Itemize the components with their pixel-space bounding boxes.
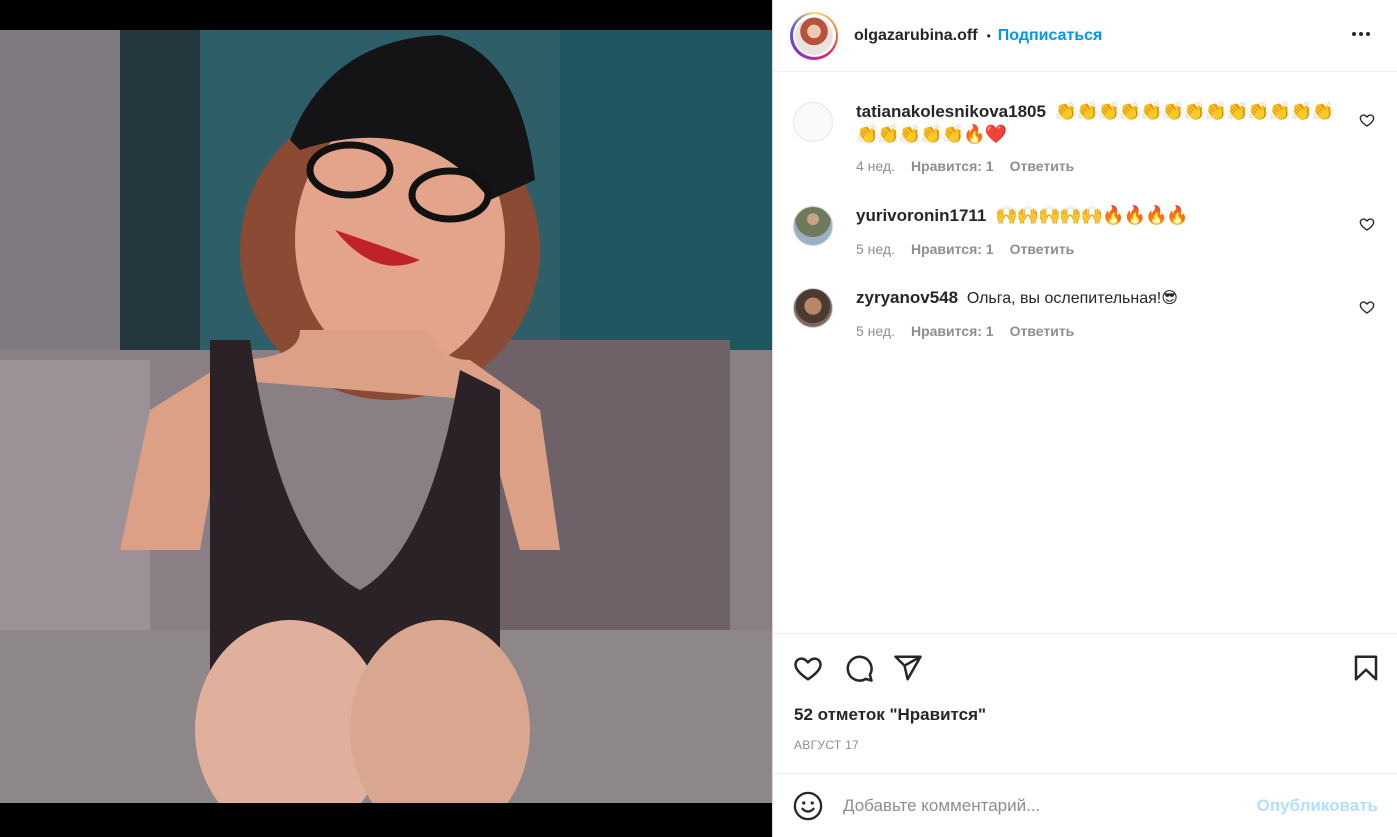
commenter-username[interactable]: zyryanov548	[856, 288, 958, 307]
comment-meta: 5 нед. Нравится: 1 Ответить	[856, 241, 1074, 257]
comment-bubble-icon[interactable]	[843, 652, 875, 684]
post-header: olgazarubina.off • Подписаться	[773, 0, 1397, 72]
post-media-pane	[0, 0, 772, 837]
comment-meta: 5 нед. Нравится: 1 Ответить	[856, 323, 1074, 339]
comment-likes[interactable]: Нравится: 1	[911, 241, 994, 257]
more-dot	[1366, 32, 1370, 36]
comment-age[interactable]: 5 нед.	[856, 241, 895, 257]
more-dot	[1352, 32, 1356, 36]
comment-likes[interactable]: Нравится: 1	[911, 323, 994, 339]
follow-button[interactable]: Подписаться	[998, 27, 1103, 45]
comment-text: 🙌🙌🙌🙌🙌🔥🔥🔥🔥	[995, 205, 1189, 225]
post-side-panel: olgazarubina.off • Подписаться tatianako…	[772, 0, 1397, 837]
likes-count[interactable]: 52 отметок "Нравится"	[794, 705, 986, 725]
comment-text: Ольга, вы ослепительная!😎	[966, 290, 1178, 307]
bookmark-icon[interactable]	[1350, 652, 1382, 684]
smiley-icon[interactable]	[793, 791, 823, 821]
photo-illustration	[0, 30, 772, 803]
comment-likes[interactable]: Нравится: 1	[911, 158, 994, 174]
comment-heart-icon[interactable]	[1359, 216, 1375, 232]
comments-list[interactable]: tatianakolesnikova1805 👏👏👏👏👏👏👏👏👏👏👏👏👏👏👏👏👏…	[773, 73, 1397, 633]
comment-input[interactable]	[843, 792, 1243, 820]
owner-username[interactable]: olgazarubina.off	[854, 27, 978, 45]
reply-button[interactable]: Ответить	[1010, 323, 1075, 339]
comment-heart-icon[interactable]	[1359, 112, 1375, 128]
comment-age[interactable]: 5 нед.	[856, 323, 895, 339]
reply-button[interactable]: Ответить	[1010, 158, 1075, 174]
commenter-username[interactable]: tatianakolesnikova1805	[856, 102, 1046, 121]
heart-icon[interactable]	[792, 652, 824, 684]
reply-button[interactable]: Ответить	[1010, 241, 1075, 257]
comment-age[interactable]: 4 нед.	[856, 158, 895, 174]
commenter-username[interactable]: yurivoronin1711	[856, 206, 986, 225]
add-comment-bar: Опубликовать	[773, 773, 1397, 837]
header-separator: •	[986, 28, 991, 43]
post-date[interactable]: АВГУСТ 17	[794, 738, 859, 752]
owner-avatar[interactable]	[790, 11, 838, 60]
comment-meta: 4 нед. Нравится: 1 Ответить	[856, 158, 1074, 174]
comment-heart-icon[interactable]	[1359, 299, 1375, 315]
post-actions: 52 отметок "Нравится" АВГУСТ 17	[773, 633, 1397, 773]
more-options-icon[interactable]	[1346, 22, 1376, 46]
heart-icon-glyph	[794, 657, 822, 681]
commenter-avatar[interactable]	[793, 288, 833, 328]
comment-body: tatianakolesnikova1805 👏👏👏👏👏👏👏👏👏👏👏👏👏👏👏👏👏…	[856, 100, 1346, 146]
comment-body: zyryanov548 Ольга, вы ослепительная!😎	[856, 286, 1346, 310]
owner-avatar-frame	[792, 14, 836, 57]
comment-bubble-icon-glyph	[846, 655, 873, 682]
commenter-avatar[interactable]	[793, 206, 833, 246]
publish-button[interactable]: Опубликовать	[1257, 796, 1378, 816]
comment-body: yurivoronin1711 🙌🙌🙌🙌🙌🔥🔥🔥🔥	[856, 204, 1346, 227]
more-dot	[1359, 32, 1363, 36]
post-photo[interactable]	[0, 30, 772, 803]
paper-plane-icon-glyph	[894, 655, 922, 681]
owner-avatar-image	[795, 16, 833, 55]
commenter-avatar[interactable]	[793, 102, 833, 142]
bookmark-icon-glyph	[1354, 655, 1378, 681]
paper-plane-icon[interactable]	[892, 652, 924, 684]
